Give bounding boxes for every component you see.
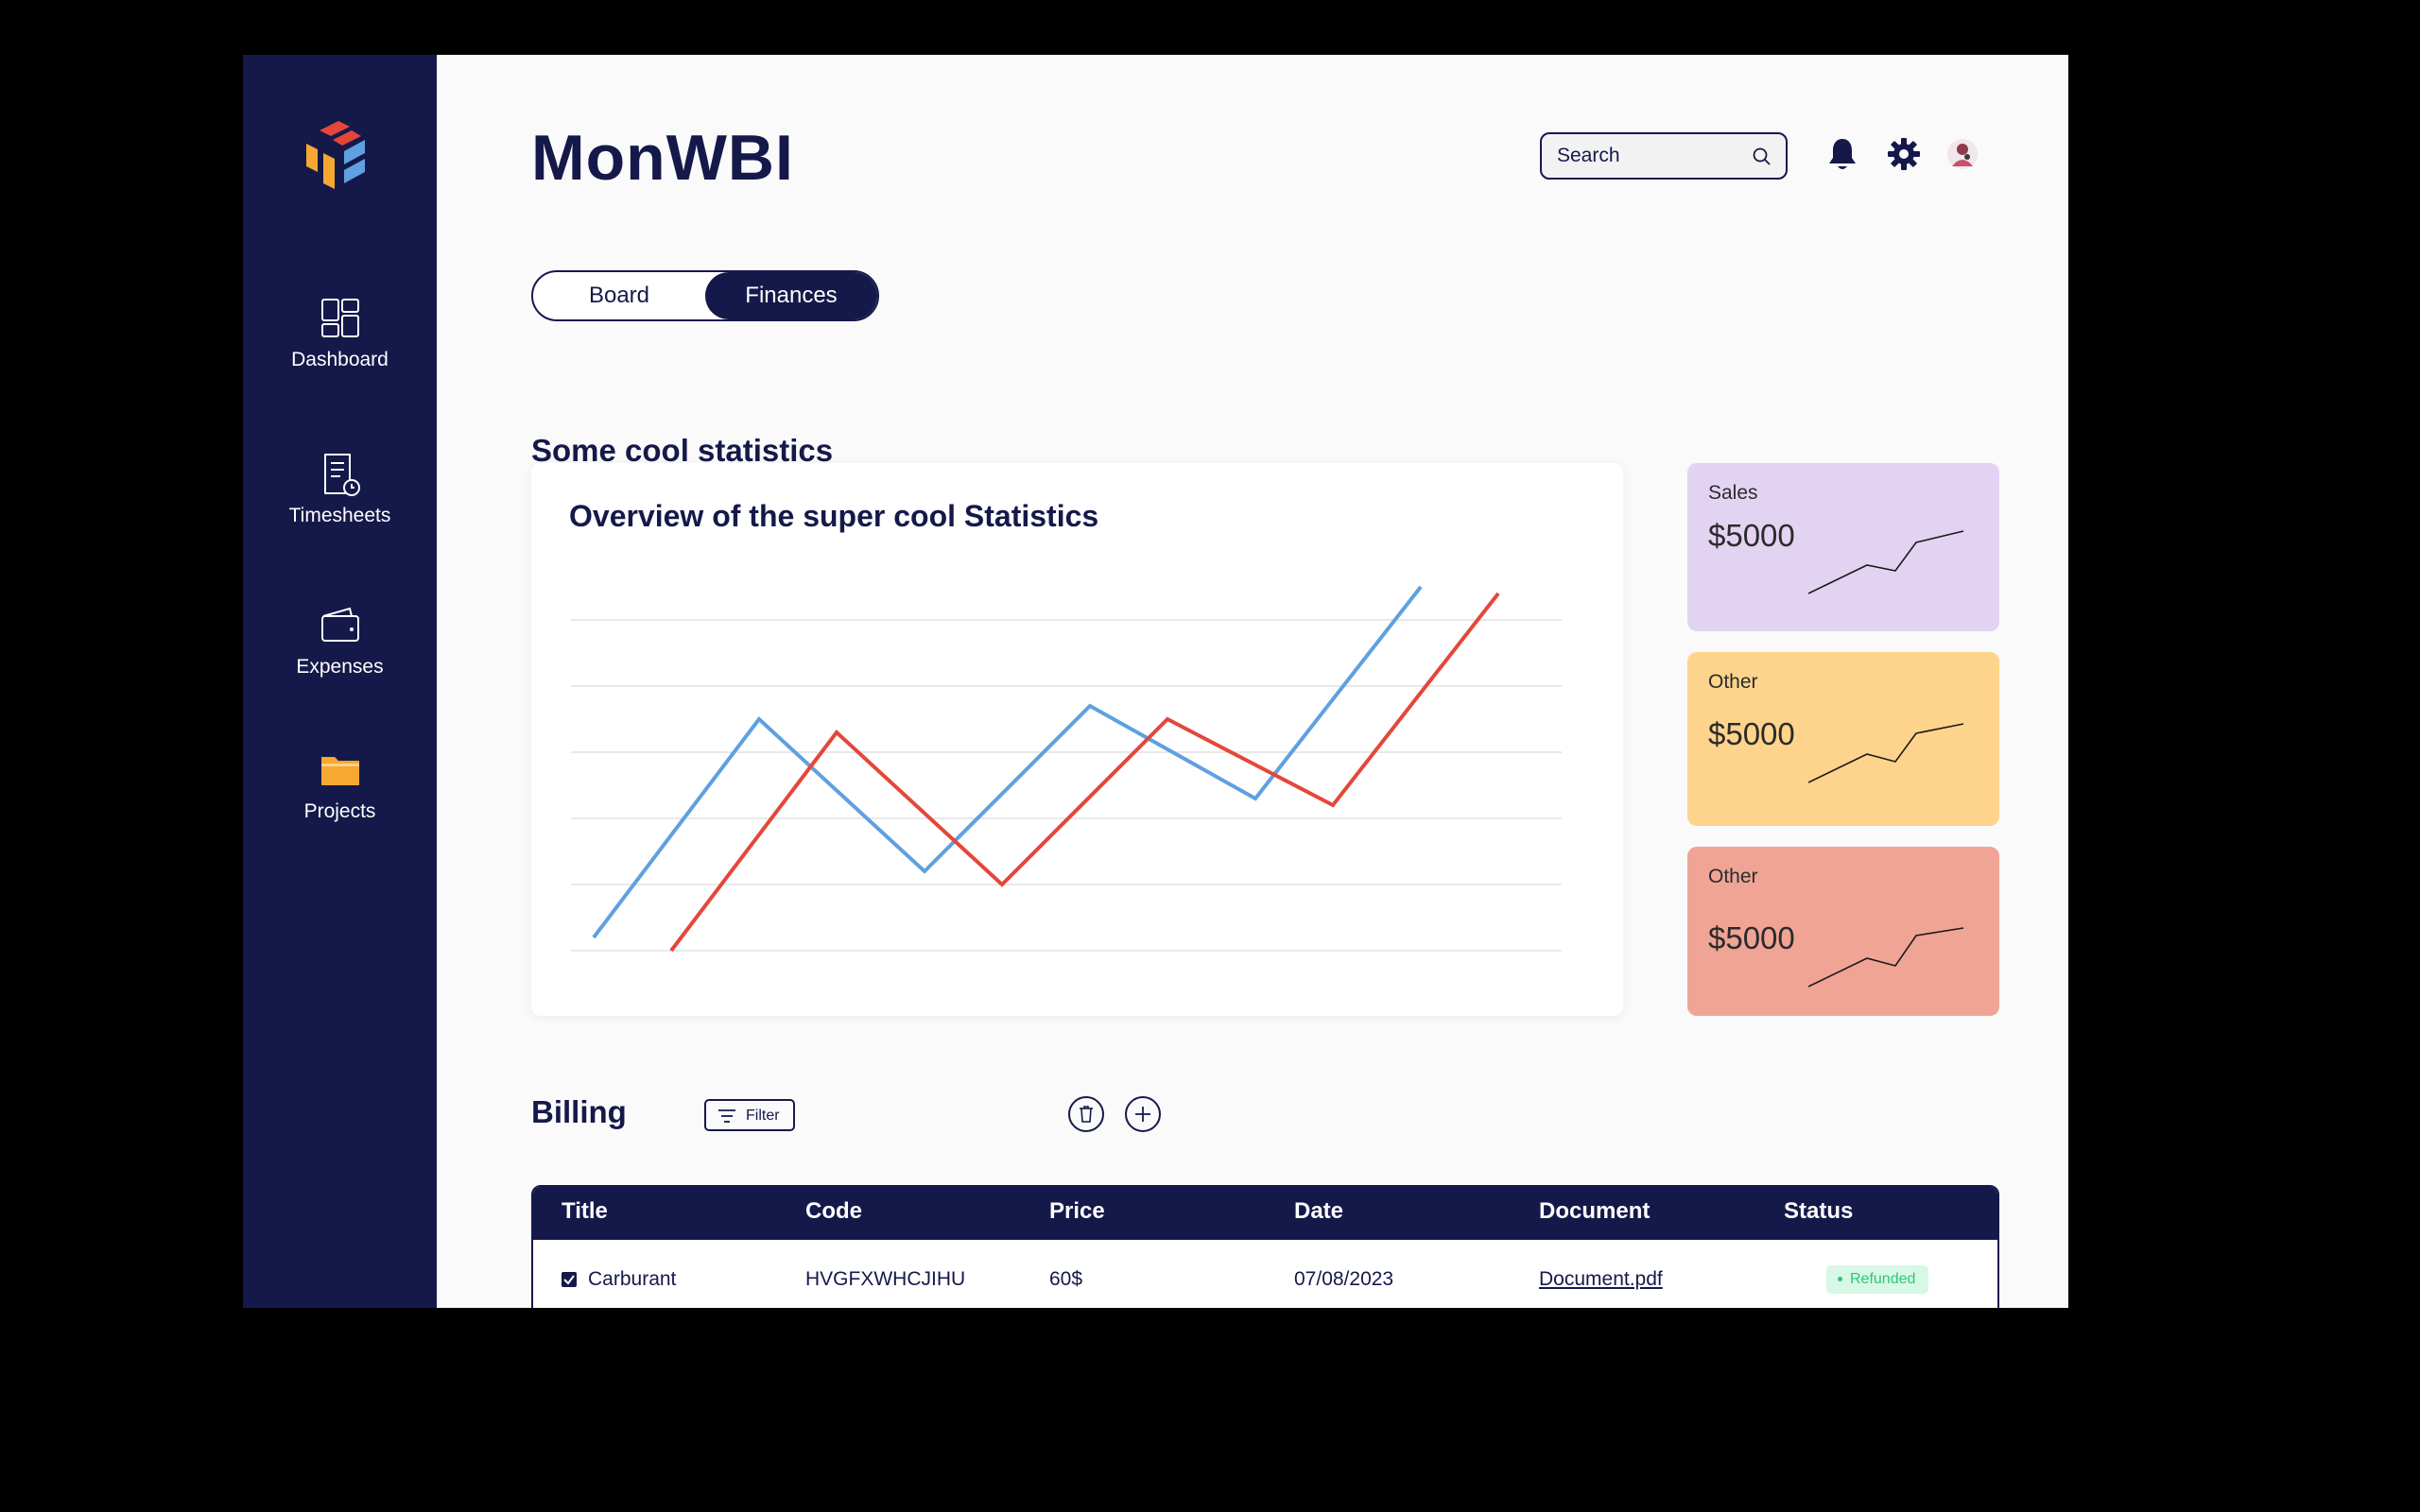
column-header-date[interactable]: Date (1294, 1198, 1343, 1225)
sparkline (1808, 530, 1964, 594)
document-link[interactable]: Document.pdf (1539, 1268, 1663, 1291)
filter-label: Filter (746, 1108, 780, 1124)
tab-board[interactable]: Board (533, 272, 705, 319)
sidebar-item-label: Projects (303, 800, 376, 822)
stat-card-other-1[interactable]: Other $5000 (1687, 652, 1999, 826)
avatar[interactable] (1946, 138, 1979, 170)
wallet-icon (320, 607, 359, 642)
billing-table: Title Code Price Date Document Status Ca… (531, 1185, 1999, 1308)
search-box[interactable] (1540, 132, 1788, 180)
billing-title: Billing (531, 1094, 627, 1129)
cell-code: HVGFXWHCJIHU (805, 1268, 966, 1290)
cell-price: 60$ (1049, 1268, 1083, 1290)
stat-value: $5000 (1708, 920, 1795, 955)
status-badge: Refunded (1826, 1265, 1929, 1294)
stat-card-other-2[interactable]: Other $5000 (1687, 847, 1999, 1016)
stat-value: $5000 (1708, 518, 1795, 553)
plus-icon (1135, 1107, 1150, 1122)
column-header-code[interactable]: Code (805, 1198, 862, 1225)
sidebar-item-label: Dashboard (291, 349, 389, 370)
table-row[interactable]: Carburant HVGFXWHCJIHU 60$ 07/08/2023 Do… (533, 1240, 1997, 1308)
column-header-title[interactable]: Title (562, 1198, 608, 1225)
sidebar-item-projects[interactable]: Projects (243, 747, 437, 823)
delete-button[interactable] (1068, 1096, 1104, 1132)
cell-date: 07/08/2023 (1294, 1268, 1394, 1290)
row-checkbox[interactable] (562, 1272, 577, 1287)
chart-card: Overview of the super cool Statistics (531, 463, 1623, 1016)
stat-label: Other (1708, 866, 1758, 887)
status-label: Refunded (1850, 1271, 1916, 1287)
column-header-price[interactable]: Price (1049, 1198, 1105, 1225)
app-logo (306, 121, 365, 189)
stat-label: Other (1708, 671, 1758, 693)
check-icon (563, 1275, 575, 1285)
tab-finances[interactable]: Finances (705, 272, 877, 319)
app-window: Dashboard Timesheets Expenses Projects M… (243, 55, 2068, 1308)
folder-icon (320, 757, 359, 785)
filter-button[interactable]: Filter (704, 1099, 795, 1131)
table-header: Title Code Price Date Document Status (533, 1187, 1997, 1240)
sidebar-item-label: Expenses (296, 656, 384, 678)
sidebar: Dashboard Timesheets Expenses Projects (243, 55, 437, 1308)
sidebar-item-label: Timesheets (288, 505, 391, 526)
timesheet-icon (323, 454, 360, 496)
sidebar-item-dashboard[interactable]: Dashboard (243, 296, 437, 371)
column-header-document[interactable]: Document (1539, 1198, 1650, 1225)
dashboard-icon (320, 299, 359, 337)
sidebar-item-timesheets[interactable]: Timesheets (243, 452, 437, 527)
main-content: MonWBI Search Board Finances Some cool s… (437, 55, 2068, 1308)
status-dot (1838, 1277, 1842, 1282)
bell-icon[interactable] (1826, 136, 1858, 172)
sparkline (1808, 927, 1964, 988)
filter-icon (718, 1109, 735, 1123)
gear-icon[interactable] (1887, 137, 1921, 171)
search-icon[interactable] (1752, 146, 1772, 167)
column-header-status[interactable]: Status (1784, 1198, 1853, 1225)
stat-label: Sales (1708, 482, 1758, 504)
search-input[interactable] (1557, 134, 1737, 178)
stat-card-sales[interactable]: Sales $5000 (1687, 463, 1999, 631)
trash-icon (1080, 1106, 1093, 1123)
line-chart (571, 585, 1562, 953)
stat-value: $5000 (1708, 716, 1795, 751)
view-tabs: Board Finances (531, 270, 879, 321)
sparkline (1808, 723, 1964, 783)
app-title: MonWBI (531, 122, 794, 194)
sidebar-item-expenses[interactable]: Expenses (243, 603, 437, 679)
add-button[interactable] (1125, 1096, 1161, 1132)
cell-title: Carburant (588, 1268, 677, 1290)
